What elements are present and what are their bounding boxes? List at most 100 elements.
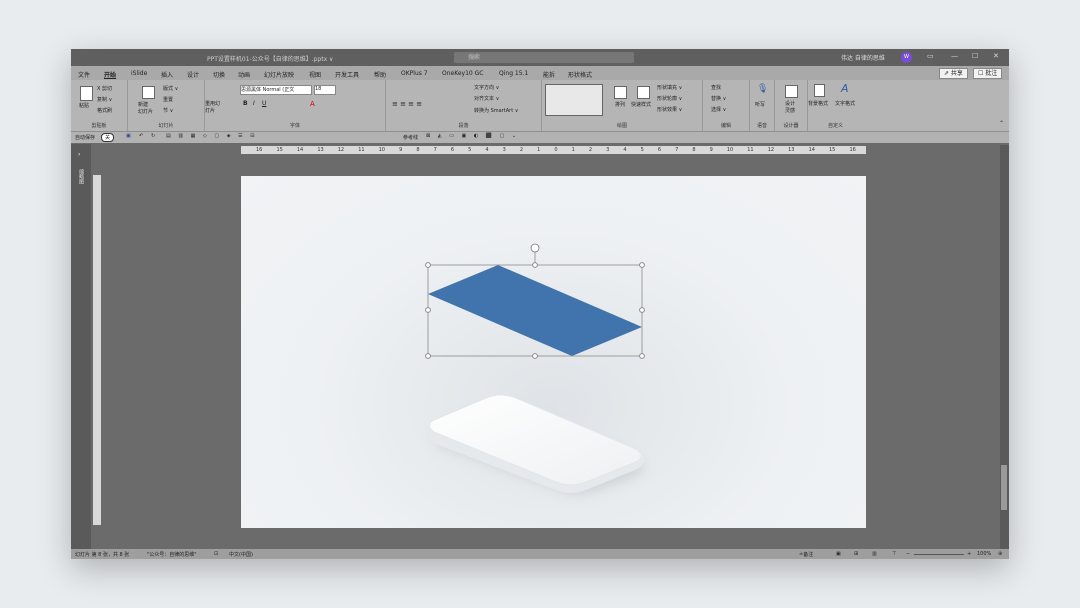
font-size-select[interactable]: 18 — [314, 85, 336, 95]
tab-onekey[interactable]: OneKey10 GC — [442, 70, 483, 77]
bold-button[interactable]: B — [243, 100, 248, 107]
resize-handle-ne[interactable] — [639, 262, 645, 268]
minimize-button[interactable]: — — [951, 52, 958, 60]
new-slide-icon[interactable] — [142, 86, 155, 99]
font-name-select[interactable]: 思源黑体 Normal (正文 — [240, 85, 312, 95]
vertical-scrollbar[interactable] — [1000, 145, 1009, 550]
rotate-handle-icon[interactable] — [530, 243, 540, 253]
designer-icon[interactable] — [785, 85, 798, 98]
resize-handle-s[interactable] — [532, 353, 538, 359]
thumbnail-pane-collapsed[interactable]: › 缩略图 — [71, 144, 91, 549]
resize-handle-e[interactable] — [639, 307, 645, 313]
comment-button[interactable]: ☐ 批注 — [973, 68, 1003, 79]
quick-styles-icon[interactable] — [637, 86, 650, 99]
blue-parallelogram-shape[interactable] — [428, 265, 642, 356]
font-color-icon[interactable]: A — [310, 100, 315, 108]
reading-view-icon[interactable]: ▥ — [872, 551, 877, 557]
scrollbar-thumb[interactable] — [1001, 465, 1007, 510]
maximize-button[interactable]: ☐ — [972, 52, 978, 60]
zoom-out-icon[interactable]: − — [906, 551, 910, 557]
expand-pane-icon[interactable]: › — [78, 151, 80, 158]
autosave-toggle[interactable]: 关 — [101, 133, 115, 142]
redo-icon[interactable]: ↻ — [151, 133, 155, 139]
background-format-icon[interactable] — [814, 84, 825, 97]
find-button[interactable]: 查找 — [711, 84, 721, 91]
phone-body[interactable] — [429, 394, 642, 486]
tab-slideshow[interactable]: 幻灯片放映 — [264, 70, 294, 79]
tab-design[interactable]: 设计 — [187, 70, 199, 79]
copy-button[interactable]: 复制 ∨ — [97, 96, 112, 103]
tab-islide[interactable]: iSlide — [131, 70, 147, 77]
cut-button[interactable]: X 剪切 — [97, 85, 112, 92]
text-format-icon[interactable]: A — [841, 82, 849, 95]
tab-okplus[interactable]: OKPlus 7 — [401, 70, 428, 77]
accessibility-icon[interactable]: ⊡ — [214, 551, 218, 557]
normal-view-icon[interactable]: ▣ — [836, 551, 841, 557]
notes-button[interactable]: ≟备注 — [799, 551, 813, 558]
dictate-button[interactable]: 听写 — [755, 101, 765, 108]
italic-button[interactable]: I — [253, 100, 255, 107]
reuse-slides-button[interactable]: 重用幻 灯片 — [205, 100, 220, 114]
arrange-button[interactable]: 排列 — [615, 101, 625, 108]
design-ideas-button[interactable]: 设计 灵感 — [785, 100, 795, 114]
resize-handle-n[interactable] — [532, 262, 538, 268]
layout-button[interactable]: 版式 ∨ — [163, 85, 178, 92]
tab-home[interactable]: 开始 — [104, 70, 116, 79]
convert-smartart-button[interactable]: 转换为 SmartArt ∨ — [474, 107, 518, 114]
arrange-icon[interactable] — [614, 86, 627, 99]
share-button[interactable]: ⇗ 共享 — [939, 68, 968, 79]
microphone-icon[interactable]: 🎙 — [757, 84, 768, 94]
replace-button[interactable]: 替换 ∨ — [711, 95, 726, 102]
quick-styles-button[interactable]: 快速样式 — [631, 101, 651, 108]
avatar[interactable]: W — [901, 52, 912, 63]
save-icon[interactable]: ▣ — [126, 133, 131, 139]
slide[interactable] — [241, 176, 866, 528]
shapes-gallery-icon[interactable] — [545, 84, 603, 116]
tab-insert[interactable]: 插入 — [161, 70, 173, 79]
new-slide-button[interactable]: 新建 幻灯片 — [138, 101, 153, 115]
qat-tools-icons[interactable]: ▤ ▥ ▦ ◇ ▢ ◈ ☰ ⊟ — [166, 133, 257, 139]
language-label[interactable]: 中文(中国) — [229, 551, 253, 558]
text-format-button[interactable]: 文字格式 — [835, 100, 855, 107]
tab-qing[interactable]: Qing 15.1 — [499, 70, 528, 77]
tab-help[interactable]: 帮助 — [374, 70, 386, 79]
tab-file[interactable]: 文件 — [78, 70, 90, 79]
tab-view[interactable]: 视图 — [309, 70, 321, 79]
restore-icon[interactable]: ▭ — [927, 52, 934, 60]
shape-effects-button[interactable]: 形状效果 ∨ — [657, 106, 682, 113]
zoom-in-icon[interactable]: + — [967, 551, 971, 557]
align-text-button[interactable]: 对齐文本 ∨ — [474, 95, 499, 102]
collapse-ribbon-icon[interactable]: ⌃ — [999, 120, 1004, 127]
shape-outline-button[interactable]: 形状轮廓 ∨ — [657, 95, 682, 102]
slide-sorter-icon[interactable]: ⊞ — [854, 551, 858, 557]
paste-icon[interactable] — [80, 86, 93, 101]
search-box[interactable]: ⌕ 搜索 — [454, 52, 634, 63]
shape-fill-button[interactable]: 形状填充 ∨ — [657, 84, 682, 91]
reset-button[interactable]: 重置 — [163, 96, 173, 103]
zoom-slider[interactable] — [914, 554, 964, 555]
tab-shape-format[interactable]: 形状格式 — [568, 70, 592, 79]
resize-handle-nw[interactable] — [425, 262, 431, 268]
format-painter-button[interactable]: 格式刷 — [97, 107, 112, 114]
section-button[interactable]: 节 ∨ — [163, 107, 173, 114]
thumbnails-label[interactable]: 缩略图 — [78, 169, 85, 184]
background-format-button[interactable]: 背景格式 — [808, 100, 828, 107]
resize-handle-se[interactable] — [639, 353, 645, 359]
resize-handle-sw[interactable] — [425, 353, 431, 359]
text-direction-button[interactable]: 文字方向 ∨ — [474, 84, 499, 91]
tab-animations[interactable]: 动画 — [238, 70, 250, 79]
tab-developer[interactable]: 开发工具 — [335, 70, 359, 79]
underline-button[interactable]: U — [262, 100, 266, 107]
zoom-level[interactable]: 100% — [977, 551, 991, 557]
align-icons[interactable]: ≡ ≡ ≡ ≡ — [392, 100, 422, 108]
close-button[interactable]: ✕ — [993, 52, 999, 60]
user-name[interactable]: 伟达 自律的思维 — [841, 53, 885, 62]
select-button[interactable]: 选择 ∨ — [711, 106, 726, 113]
tab-nengchai[interactable]: 能拆 — [543, 70, 555, 79]
resize-handle-w[interactable] — [425, 307, 431, 313]
guides-label[interactable]: 参考线 — [403, 134, 418, 141]
qat-more-icons[interactable]: ⊠ ◭ ▭ ▣ ◐ ⬛ ▢ ⌄ — [426, 133, 519, 139]
slideshow-icon[interactable]: ⊤ — [892, 551, 896, 557]
tab-transitions[interactable]: 切换 — [213, 70, 225, 79]
fit-slide-icon[interactable]: ⊕ — [998, 551, 1002, 557]
